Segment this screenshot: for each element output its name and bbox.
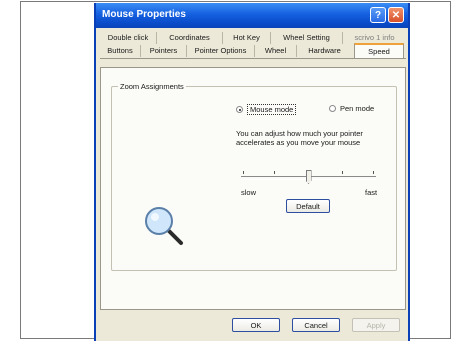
default-button[interactable]: Default [286,199,330,213]
tab-pointer-options[interactable]: Pointer Options [186,45,254,57]
slider-tick [342,171,343,174]
tab-hot-key[interactable]: Hot Key [222,32,270,44]
tab-coordinates[interactable]: Coordinates [156,32,222,44]
speed-tab-panel: Zoom Assignments Mouse mode Pen mode You… [100,67,406,310]
slider-tick [243,171,244,174]
help-icon[interactable]: ? [370,7,386,23]
tab-hardware[interactable]: Hardware [296,45,352,57]
title-bar[interactable]: Mouse Properties ? ✕ [96,3,408,28]
mouse-mode-label: Mouse mode [247,104,297,115]
acceleration-description: You can adjust how much your pointer acc… [236,129,363,147]
slider-min-label: slow [241,188,257,197]
mouse-properties-dialog: Mouse Properties ? ✕ Double click Coordi… [94,3,410,341]
apply-button[interactable]: Apply [352,318,400,332]
radio-indicator-checked[interactable] [236,106,243,113]
magnifier-icon [145,207,183,245]
slider-tick [373,171,374,174]
tab-wheel-setting[interactable]: Wheel Setting [270,32,342,44]
slider-tick [274,171,275,174]
radio-indicator[interactable] [329,105,336,112]
ok-button[interactable]: OK [232,318,280,332]
mouse-mode-radio[interactable]: Mouse mode [236,104,297,115]
pen-mode-label: Pen mode [340,104,375,113]
tab-row-front: Buttons Pointers Pointer Options Wheel H… [100,43,406,59]
tab-buttons[interactable]: Buttons [100,45,140,57]
tab-speed[interactable]: Speed [354,43,404,58]
group-label: Zoom Assignments [118,82,186,91]
close-icon[interactable]: ✕ [388,7,404,23]
tab-pointers[interactable]: Pointers [140,45,186,57]
cancel-button[interactable]: Cancel [292,318,340,332]
pen-mode-radio[interactable]: Pen mode [329,104,374,113]
tab-wheel[interactable]: Wheel [254,45,296,57]
slider-max-label: fast [365,188,378,197]
window-title: Mouse Properties [102,9,186,20]
tab-double-click[interactable]: Double click [100,32,156,44]
